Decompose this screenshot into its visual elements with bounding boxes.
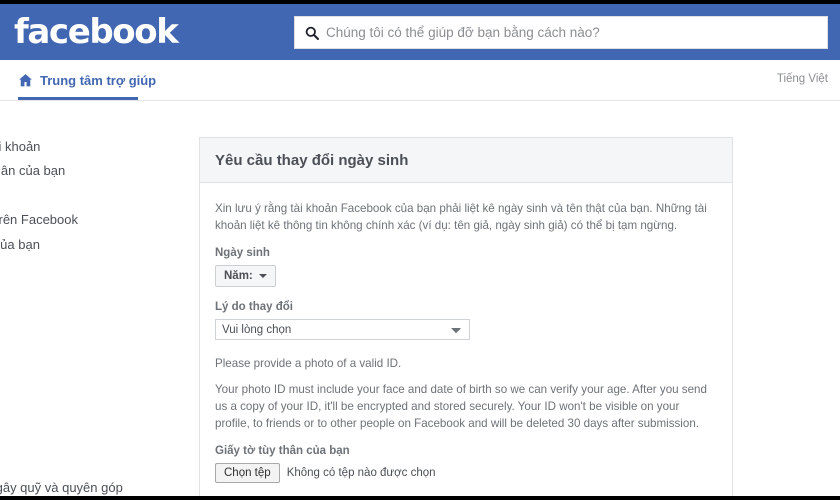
sidebar-item-13[interactable]: Sự kiện bbox=[0, 452, 190, 476]
birthday-label: Ngày sinh bbox=[215, 247, 270, 259]
sidebar-item-7 bbox=[0, 306, 190, 330]
sidebar-item-12[interactable]: Nhóm bbox=[0, 428, 190, 452]
search-icon bbox=[305, 26, 319, 40]
id-note-short: Please provide a photo of a valid ID. bbox=[215, 357, 402, 370]
sidebar-item-6[interactable]: Reels bbox=[0, 281, 190, 305]
page-title: Yêu cầu thay đổi ngày sinh bbox=[215, 151, 409, 169]
file-status-text: Không có tệp nào được chọn bbox=[286, 467, 436, 479]
reason-label: Lý do thay đổi bbox=[215, 301, 293, 313]
page-body: Cách tạo tài khoản Trang cá nhân của bạn… bbox=[0, 101, 840, 500]
sidebar: Cách tạo tài khoản Trang cá nhân của bạn… bbox=[0, 101, 190, 496]
intro-paragraph: Xin lưu ý rằng tài khoản Facebook của bạ… bbox=[215, 202, 707, 232]
tab-help-center[interactable]: Trung tâm trợ giúp bbox=[18, 60, 156, 101]
sidebar-item-2[interactable]: Bạn bè bbox=[0, 184, 190, 208]
home-icon bbox=[18, 73, 33, 88]
sidebar-item-5[interactable]: Nhắn tin bbox=[0, 257, 190, 281]
facebook-logo[interactable]: facebook bbox=[14, 15, 179, 49]
sidebar-item-4[interactable]: Trang chủ của bạn bbox=[0, 233, 190, 257]
search-input[interactable] bbox=[326, 17, 817, 48]
active-tab-indicator bbox=[18, 97, 138, 100]
sidebar-item-14[interactable]: Hoạt động gây quỹ và quyên góp bbox=[0, 476, 190, 496]
sidebar-item-1[interactable]: Trang cá nhân của bạn bbox=[0, 159, 190, 183]
search-box[interactable] bbox=[294, 16, 828, 49]
card-header: Yêu cầu thay đổi ngày sinh bbox=[200, 138, 732, 183]
sidebar-item-10[interactable]: Trò chơi bbox=[0, 379, 190, 403]
bottom-border-strip bbox=[0, 496, 840, 500]
sidebar-item-3[interactable]: Bạn bè hò trên Facebook bbox=[0, 208, 190, 232]
facebook-help-center-page: facebook Trung tâm trợ giúp Tiếng Việt bbox=[0, 0, 840, 500]
file-upload-row: Chọn tệp Không có tệp nào được chọn bbox=[215, 463, 717, 483]
year-dropdown-label: Năm: bbox=[224, 270, 253, 282]
sidebar-list: Cách tạo tài khoản Trang cá nhân của bạn… bbox=[0, 135, 190, 496]
file-upload-label: Giấy tờ tùy thân của bạn bbox=[215, 445, 350, 457]
choose-file-button[interactable]: Chọn tệp bbox=[215, 463, 280, 483]
birthday-change-request-card: Yêu cầu thay đổi ngày sinh Xin lưu ý rằn… bbox=[199, 137, 733, 500]
language-link[interactable]: Tiếng Việt bbox=[777, 73, 828, 85]
tab-help-center-label: Trung tâm trợ giúp bbox=[40, 73, 157, 88]
sidebar-item-11[interactable]: Trang bbox=[0, 403, 190, 427]
id-note-long: Your photo ID must include your face and… bbox=[215, 383, 707, 430]
sub-navigation-bar: Trung tâm trợ giúp Tiếng Việt bbox=[0, 60, 840, 101]
sidebar-item-0[interactable]: Cách tạo tài khoản bbox=[0, 135, 190, 159]
year-dropdown-button[interactable]: Năm: bbox=[215, 265, 276, 287]
site-header: facebook bbox=[0, 4, 840, 60]
reason-select[interactable]: Vui lòng chọn bbox=[215, 319, 470, 340]
sidebar-item-9[interactable]: Video bbox=[0, 355, 190, 379]
card-body: Xin lưu ý rằng tài khoản Facebook của bạ… bbox=[200, 183, 732, 499]
sidebar-item-8[interactable]: Ảnh bbox=[0, 330, 190, 354]
chevron-down-icon bbox=[258, 274, 267, 278]
